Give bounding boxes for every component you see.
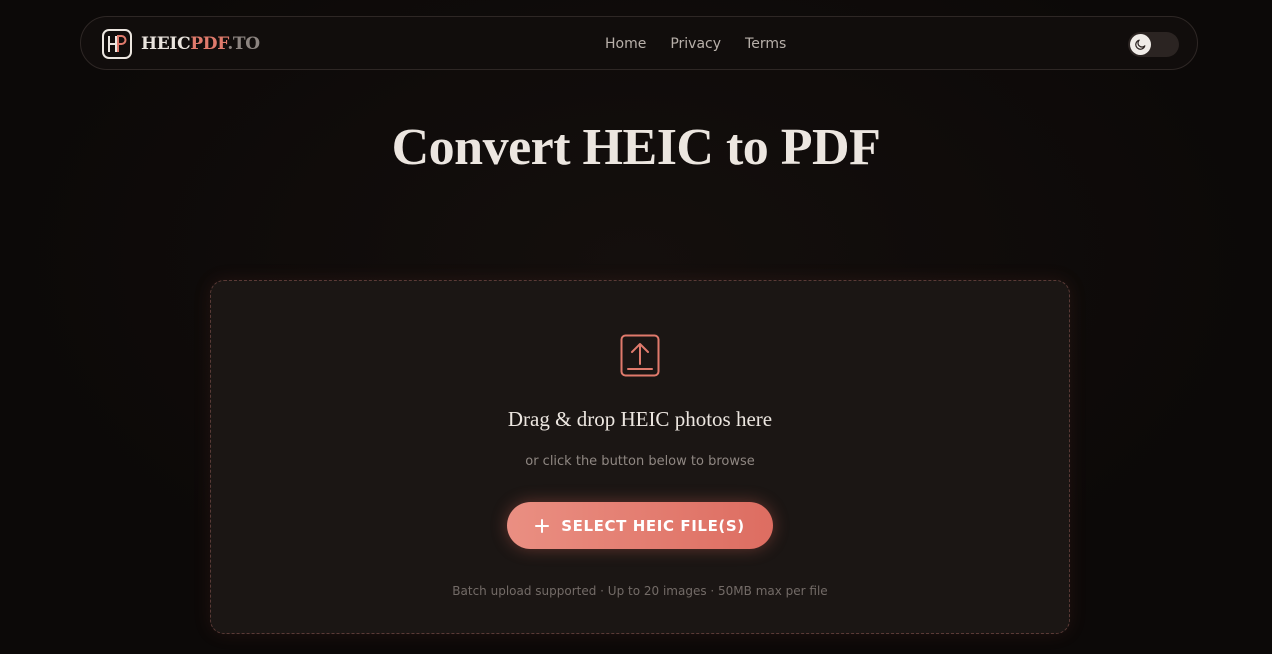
dropzone-title: Drag & drop HEIC photos here (507, 407, 773, 431)
nav-link-home[interactable]: Home (605, 36, 646, 52)
upload-limits-note: Batch upload supported · Up to 20 images… (452, 584, 828, 598)
dropzone-subtitle: or click the button below to browse (525, 454, 755, 469)
logo-text-pdf: PDF (190, 34, 228, 54)
upload-icon (620, 334, 660, 377)
top-navbar: HEICPDF.TO Home Privacy Terms (80, 16, 1198, 70)
hp-logo-icon (102, 29, 132, 59)
select-files-button-label: SELECT HEIC FILE(S) (561, 516, 745, 535)
nav-links: Home Privacy Terms (605, 17, 786, 71)
page-title: Convert HEIC to PDF (391, 119, 881, 176)
select-files-button[interactable]: SELECT HEIC FILE(S) (507, 502, 773, 549)
logo-text-to: .TO (227, 34, 260, 54)
logo-text: HEICPDF.TO (141, 34, 260, 54)
nav-link-privacy[interactable]: Privacy (670, 36, 721, 52)
site-logo[interactable]: HEICPDF.TO (102, 27, 260, 61)
toggle-knob (1130, 34, 1151, 55)
plus-icon (535, 518, 550, 533)
upload-dropzone[interactable]: Drag & drop HEIC photos here or click th… (210, 280, 1070, 634)
nav-link-terms[interactable]: Terms (745, 36, 786, 52)
theme-toggle[interactable] (1128, 32, 1179, 57)
logo-text-heic: HEIC (141, 34, 191, 54)
moon-icon (1135, 39, 1146, 50)
